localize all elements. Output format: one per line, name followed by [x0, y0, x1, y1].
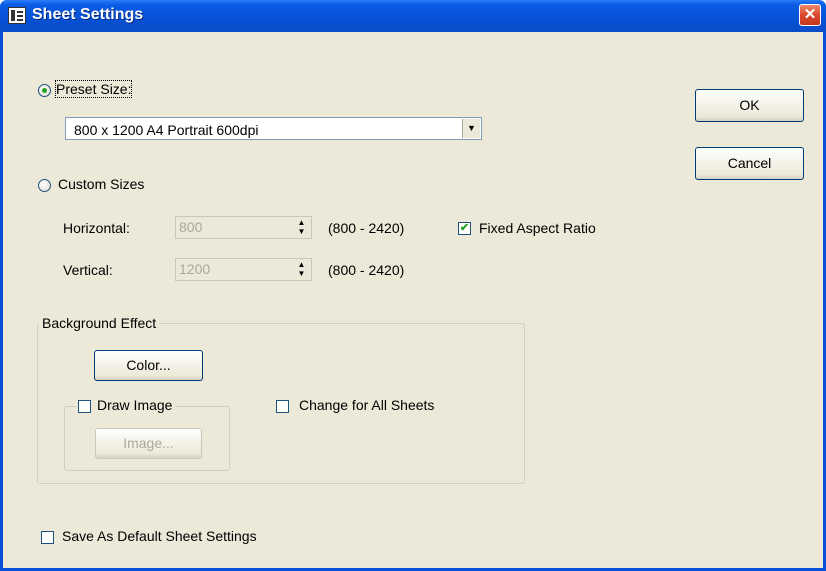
- title-bar[interactable]: Sheet Settings ✕: [0, 0, 826, 32]
- change-all-sheets-checkbox[interactable]: [276, 400, 289, 413]
- close-button[interactable]: ✕: [799, 4, 821, 26]
- draw-image-label[interactable]: Draw Image: [97, 397, 172, 413]
- draw-image-group: Draw Image Image...: [64, 397, 230, 471]
- ok-button[interactable]: OK: [695, 89, 804, 122]
- draw-image-title: Draw Image: [76, 397, 176, 413]
- custom-sizes-radio[interactable]: [38, 179, 51, 192]
- dialog-window: Sheet Settings ✕ Preset Size: 800 x 1200…: [0, 0, 826, 571]
- vertical-value: 1200: [179, 261, 211, 277]
- preset-size-radio[interactable]: [38, 84, 51, 97]
- cancel-button[interactable]: Cancel: [695, 147, 804, 180]
- dialog-body: Preset Size: 800 x 1200 A4 Portrait 600d…: [3, 32, 823, 568]
- check-icon: ✔: [459, 222, 470, 234]
- change-all-sheets-label[interactable]: Change for All Sheets: [299, 397, 434, 413]
- save-default-checkbox[interactable]: [41, 531, 54, 544]
- background-effect-title: Background Effect: [39, 315, 160, 331]
- spin-down-icon[interactable]: ▼: [293, 227, 310, 236]
- fixed-aspect-label[interactable]: Fixed Aspect Ratio: [479, 220, 596, 236]
- color-button[interactable]: Color...: [94, 350, 203, 381]
- save-default-label[interactable]: Save As Default Sheet Settings: [62, 528, 257, 544]
- vertical-label: Vertical:: [63, 262, 113, 278]
- vertical-input[interactable]: 1200 ▲ ▼: [175, 258, 312, 281]
- horizontal-spinner[interactable]: ▲ ▼: [293, 218, 310, 238]
- spin-up-icon[interactable]: ▲: [293, 218, 310, 227]
- spin-down-icon[interactable]: ▼: [293, 269, 310, 278]
- preset-size-combo[interactable]: 800 x 1200 A4 Portrait 600dpi ▼: [65, 117, 482, 140]
- window-title: Sheet Settings: [32, 6, 144, 23]
- custom-sizes-label[interactable]: Custom Sizes: [58, 176, 144, 192]
- close-icon: ✕: [803, 6, 817, 23]
- draw-image-checkbox[interactable]: [78, 399, 91, 413]
- vertical-spinner[interactable]: ▲ ▼: [293, 260, 310, 280]
- chevron-down-icon[interactable]: ▼: [462, 119, 480, 138]
- preset-size-value: 800 x 1200 A4 Portrait 600dpi: [74, 122, 259, 138]
- horizontal-value: 800: [179, 219, 203, 235]
- preset-size-label[interactable]: Preset Size:: [54, 80, 133, 98]
- spin-up-icon[interactable]: ▲: [293, 260, 310, 269]
- image-button[interactable]: Image...: [95, 428, 202, 459]
- app-icon: [8, 7, 26, 24]
- vertical-range: (800 - 2420): [328, 262, 405, 278]
- fixed-aspect-checkbox[interactable]: ✔: [458, 222, 471, 235]
- horizontal-range: (800 - 2420): [328, 220, 405, 236]
- background-effect-group: Background Effect Color... Draw Image Im…: [37, 315, 525, 484]
- horizontal-label: Horizontal:: [63, 220, 130, 236]
- horizontal-input[interactable]: 800 ▲ ▼: [175, 216, 312, 239]
